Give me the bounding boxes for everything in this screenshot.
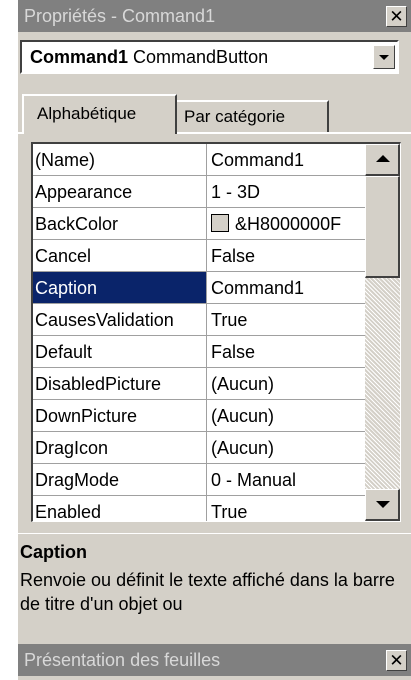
property-value[interactable]: False <box>207 336 365 368</box>
property-row-cancel[interactable]: Cancel False <box>33 240 365 272</box>
property-row-backcolor[interactable]: BackColor &H8000000F <box>33 208 365 240</box>
close-icon: ✕ <box>389 7 404 26</box>
close-button[interactable]: ✕ <box>386 6 407 27</box>
property-name: CausesValidation <box>33 304 207 336</box>
object-name: Command1 <box>30 47 129 67</box>
color-swatch <box>211 214 229 232</box>
tab-by-category[interactable]: Par catégorie <box>177 100 329 132</box>
scroll-down-arrow-icon[interactable] <box>365 489 400 521</box>
property-name: Default <box>33 336 207 368</box>
property-name: (Name) <box>33 144 207 176</box>
property-grid: (Name) Command1 Appearance 1 - 3D BackCo… <box>31 142 401 522</box>
property-row-appearance[interactable]: Appearance 1 - 3D <box>33 176 365 208</box>
property-row-enabled[interactable]: Enabled True <box>33 496 365 521</box>
property-name: Appearance <box>33 176 207 208</box>
vertical-scrollbar[interactable] <box>365 144 400 521</box>
property-value[interactable]: (Aucun) <box>207 368 365 400</box>
property-row-name[interactable]: (Name) Command1 <box>33 144 365 176</box>
property-value[interactable]: True <box>207 304 365 336</box>
property-row-dragmode[interactable]: DragMode 0 - Manual <box>33 464 365 496</box>
form-layout-title-bar[interactable]: Présentation des feuilles ✕ <box>18 644 411 676</box>
property-name: Enabled <box>33 496 207 521</box>
property-value[interactable]: 0 - Manual <box>207 464 365 496</box>
property-name: DragIcon <box>33 432 207 464</box>
window-title: Présentation des feuilles <box>24 650 221 670</box>
close-button[interactable]: ✕ <box>386 650 407 671</box>
property-value[interactable]: (Aucun) <box>207 400 365 432</box>
property-value[interactable]: Command1 <box>207 272 365 304</box>
window-title: Propriétés - Command1 <box>24 6 216 26</box>
property-value[interactable]: True <box>207 496 365 521</box>
tab-label: Par catégorie <box>184 107 286 126</box>
property-value[interactable]: Command1 <box>207 144 365 176</box>
property-value[interactable]: False <box>207 240 365 272</box>
tab-label: Alphabétique <box>37 104 137 123</box>
property-name: DisabledPicture <box>33 368 207 400</box>
property-value-text: &H8000000F <box>235 214 342 234</box>
property-row-caption[interactable]: Caption Command1 <box>33 272 365 304</box>
property-value[interactable]: &H8000000F <box>207 208 365 240</box>
property-row-disabledpicture[interactable]: DisabledPicture (Aucun) <box>33 368 365 400</box>
property-row-downpicture[interactable]: DownPicture (Aucun) <box>33 400 365 432</box>
description-text: Renvoie ou définit le texte affiché dans… <box>20 570 395 614</box>
property-value[interactable]: (Aucun) <box>207 432 365 464</box>
property-name: Cancel <box>33 240 207 272</box>
property-value[interactable]: 1 - 3D <box>207 176 365 208</box>
property-row-default[interactable]: Default False <box>33 336 365 368</box>
properties-title-bar[interactable]: Propriétés - Command1 ✕ <box>18 0 411 32</box>
property-name: Caption <box>33 272 207 304</box>
description-title: Caption <box>20 542 87 562</box>
scroll-up-arrow-icon[interactable] <box>365 144 400 176</box>
close-icon: ✕ <box>389 651 404 670</box>
scrollbar-thumb[interactable] <box>365 176 400 278</box>
property-name: DragMode <box>33 464 207 496</box>
property-name: BackColor <box>33 208 207 240</box>
properties-window: Propriétés - Command1 ✕ Command1 Command… <box>18 0 411 680</box>
dropdown-arrow-icon[interactable] <box>373 45 395 69</box>
description-pane: Caption Renvoie ou définit le texte affi… <box>18 533 411 637</box>
tab-alphabetical[interactable]: Alphabétique <box>22 94 177 134</box>
object-type: CommandButton <box>133 47 269 67</box>
object-selector[interactable]: Command1 CommandButton <box>20 40 399 74</box>
property-name: DownPicture <box>33 400 207 432</box>
property-row-causesvalidation[interactable]: CausesValidation True <box>33 304 365 336</box>
property-row-dragicon[interactable]: DragIcon (Aucun) <box>33 432 365 464</box>
